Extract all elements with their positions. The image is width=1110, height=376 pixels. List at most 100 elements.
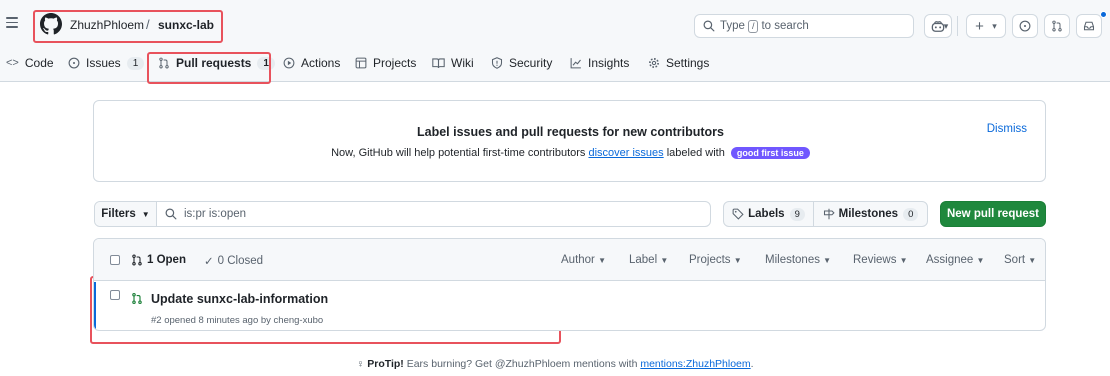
labels-label: Labels (748, 208, 785, 220)
banner-text: Now, GitHub will help potential first-ti… (94, 147, 1047, 159)
good-first-issue-label[interactable]: good first issue (730, 147, 810, 159)
tag-icon (732, 208, 744, 220)
git-pull-request-icon (132, 254, 142, 266)
open-count: 1 Open (147, 254, 186, 266)
open-filter[interactable]: 1 Open (131, 254, 186, 266)
pr-title-link[interactable]: Update sunxc-lab-information (151, 292, 328, 306)
list-header: 1 Open ✓ 0 Closed Author ▼ Label ▼ Proje… (94, 239, 1045, 281)
inbox-button[interactable] (1076, 14, 1102, 38)
chevron-down-icon: ▼ (733, 256, 742, 265)
banner-title: Label issues and pull requests for new c… (416, 125, 724, 139)
git-pull-request-icon (1052, 20, 1062, 32)
labels-count: 9 (789, 207, 805, 221)
lightbulb-icon: ♀ (356, 358, 365, 370)
search-icon (703, 20, 715, 32)
assignee-filter[interactable]: Assignee ▼ (926, 254, 984, 266)
app-header: ZhuzhPhloem / sunxc-lab Type / to search… (0, 0, 1110, 48)
chevron-down-icon: ▼ (1028, 256, 1037, 265)
search-input[interactable]: Type / to search (694, 14, 914, 38)
table-row[interactable]: Update sunxc-lab-information #2 opened 8… (94, 282, 1045, 330)
filter-bar: Filters ▼ is:pr is:open (94, 201, 711, 227)
milestones-filter[interactable]: Milestones ▼ (765, 254, 831, 266)
tab-insights[interactable]: Insights (570, 56, 629, 70)
book-icon (432, 58, 445, 68)
create-new-button[interactable]: + ▾ (966, 14, 1006, 38)
breadcrumb-owner[interactable]: ZhuzhPhloem (70, 18, 144, 32)
breadcrumb-repo[interactable]: sunxc-lab (158, 18, 214, 32)
dismiss-button[interactable]: Dismiss (987, 123, 1027, 135)
tab-settings[interactable]: Settings (648, 56, 709, 70)
discover-issues-link[interactable]: discover issues (588, 147, 663, 159)
check-icon: ✓ (204, 256, 214, 268)
tab-insights-label: Insights (588, 56, 630, 70)
tab-code[interactable]: <> Code (6, 56, 54, 70)
closed-filter[interactable]: ✓ 0 Closed (204, 254, 263, 268)
gear-icon (649, 58, 659, 68)
chevron-down-icon: ▼ (598, 256, 607, 265)
filter-search-input[interactable]: is:pr is:open (157, 202, 710, 226)
issues-button[interactable] (1012, 14, 1038, 38)
pull-requests-button[interactable] (1044, 14, 1070, 38)
tab-settings-label: Settings (666, 56, 710, 70)
tab-projects[interactable]: Projects (355, 56, 416, 70)
projects-filter[interactable]: Projects ▼ (689, 254, 742, 266)
filters-button[interactable]: Filters ▼ (95, 202, 157, 226)
tab-pull-requests-count: 1 (257, 56, 275, 70)
copilot-dropdown-caret[interactable]: ▾ (937, 14, 955, 38)
select-all-checkbox[interactable] (110, 255, 120, 265)
play-icon (283, 57, 295, 69)
reviews-filter[interactable]: Reviews ▼ (853, 254, 908, 266)
row-checkbox[interactable] (110, 290, 120, 300)
chevron-down-icon: ▼ (660, 256, 669, 265)
repo-tabs: <> Code Issues 1 Pull requests 1 Actions… (0, 48, 1110, 82)
milestones-button[interactable]: Milestones 0 (814, 202, 927, 226)
banner-text-before: Now, GitHub will help potential first-ti… (331, 147, 586, 159)
chevron-down-icon: ▼ (141, 209, 150, 219)
protip: ♀ ProTip! Ears burning? Get @ZhuzhPhloem… (0, 358, 1110, 370)
labels-button[interactable]: Labels 9 (724, 202, 814, 226)
tab-pull-requests-label: Pull requests (176, 56, 252, 70)
tab-wiki[interactable]: Wiki (432, 56, 474, 70)
contributors-banner: Label issues and pull requests for new c… (93, 100, 1046, 182)
issue-opened-icon (1019, 20, 1031, 32)
github-logo-icon[interactable] (40, 13, 62, 35)
protip-text: Ears burning? Get @ZhuzhPhloem mentions … (406, 358, 638, 370)
protip-end: . (750, 358, 754, 370)
tab-projects-label: Projects (373, 56, 417, 70)
notification-dot (1100, 11, 1107, 18)
tab-actions-label: Actions (301, 56, 341, 70)
filters-label: Filters (101, 208, 136, 220)
pull-request-list: 1 Open ✓ 0 Closed Author ▼ Label ▼ Proje… (93, 238, 1046, 331)
tab-issues-count: 1 (126, 56, 145, 70)
projects-filter-label: Projects (689, 254, 731, 266)
tab-security[interactable]: Security (491, 56, 552, 70)
tab-pull-requests[interactable]: Pull requests 1 (158, 56, 275, 70)
inbox-icon (1083, 21, 1095, 31)
menu-icon[interactable] (6, 17, 18, 29)
sort-menu[interactable]: Sort ▼ (1004, 254, 1036, 266)
assignee-filter-label: Assignee (926, 254, 974, 266)
tab-wiki-label: Wiki (451, 56, 474, 70)
new-pull-request-button[interactable]: New pull request (940, 201, 1046, 227)
sort-menu-label: Sort (1004, 254, 1026, 266)
milestone-icon (823, 208, 835, 220)
tab-actions[interactable]: Actions (283, 56, 340, 70)
tab-issues-label: Issues (86, 56, 121, 70)
mentions-link[interactable]: mentions:ZhuzhPhloem (640, 358, 750, 370)
milestones-filter-label: Milestones (765, 254, 820, 266)
table-icon (355, 57, 367, 69)
search-prefix: Type (720, 20, 745, 32)
search-suffix: to search (761, 20, 809, 32)
graph-icon (570, 58, 581, 69)
tab-issues[interactable]: Issues 1 (68, 56, 145, 70)
milestones-label: Milestones (838, 208, 899, 220)
git-pull-request-icon (159, 57, 169, 69)
label-filter[interactable]: Label ▼ (629, 254, 668, 266)
pr-meta: #2 opened 8 minutes ago by cheng-xubo (151, 315, 324, 326)
author-filter[interactable]: Author ▼ (561, 254, 606, 266)
chevron-down-icon: ▼ (823, 256, 832, 265)
plus-icon: + (975, 17, 984, 35)
chevron-down-icon: ▼ (976, 256, 985, 265)
chevron-down-icon: ▼ (899, 256, 908, 265)
author-filter-label: Author (561, 254, 595, 266)
